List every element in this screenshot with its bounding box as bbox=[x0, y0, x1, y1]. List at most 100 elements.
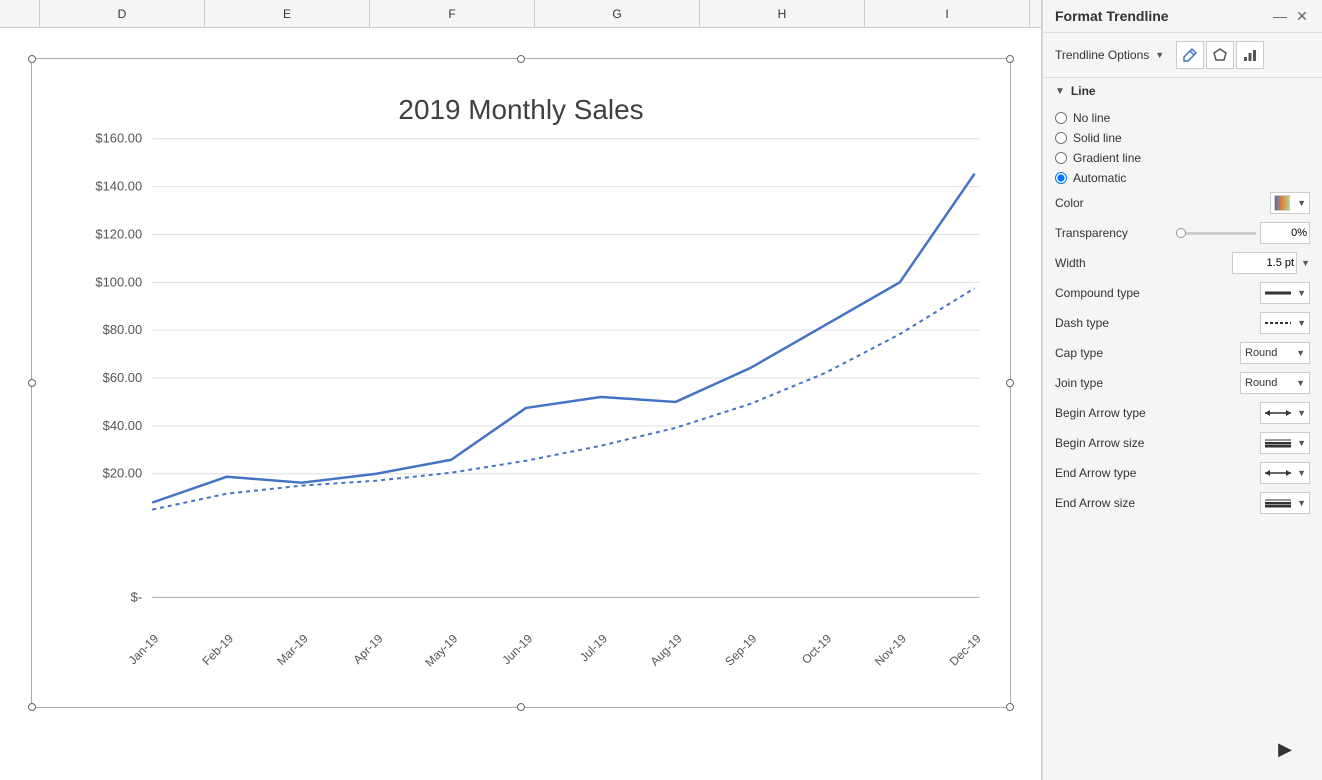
no-line-row: No line bbox=[1055, 108, 1310, 128]
solid-line-label: Solid line bbox=[1073, 131, 1122, 145]
handle-ml[interactable] bbox=[28, 379, 36, 387]
transparency-thumb[interactable] bbox=[1176, 228, 1186, 238]
compound-type-icon bbox=[1264, 286, 1292, 300]
svg-text:Jun-19: Jun-19 bbox=[499, 631, 535, 667]
compound-type-dropdown[interactable]: ▼ bbox=[1260, 282, 1310, 304]
col-header-E: E bbox=[205, 0, 370, 27]
svg-text:Feb-19: Feb-19 bbox=[199, 631, 236, 668]
svg-text:$160.00: $160.00 bbox=[95, 131, 142, 146]
chart-container: 2019 Monthly Sales $160.00 $140.00 $120.… bbox=[0, 28, 1041, 780]
join-type-label: Join type bbox=[1055, 376, 1240, 390]
automatic-label: Automatic bbox=[1073, 171, 1126, 185]
panel-header: Format Trendline ― ✕ bbox=[1043, 0, 1322, 33]
col-header-G: G bbox=[535, 0, 700, 27]
color-preview bbox=[1274, 195, 1290, 211]
svg-text:Jul-19: Jul-19 bbox=[576, 631, 609, 664]
color-dropdown[interactable]: ▼ bbox=[1270, 192, 1310, 214]
column-headers: D E F G H I bbox=[0, 0, 1041, 28]
join-type-chevron: ▼ bbox=[1296, 378, 1305, 388]
dash-type-row: Dash type ▼ bbox=[1055, 308, 1310, 338]
cursor-icon: ▶ bbox=[1278, 739, 1292, 760]
transparency-input[interactable] bbox=[1260, 222, 1310, 244]
svg-text:$100.00: $100.00 bbox=[95, 274, 142, 289]
trendline-options-chevron: ▼ bbox=[1155, 50, 1164, 60]
end-arrow-type-dropdown[interactable]: ▼ bbox=[1260, 462, 1310, 484]
width-input[interactable] bbox=[1232, 252, 1297, 274]
begin-arrow-icon bbox=[1264, 406, 1292, 420]
join-type-row: Join type Round ▼ bbox=[1055, 368, 1310, 398]
begin-arrow-chevron: ▼ bbox=[1297, 408, 1306, 418]
end-arrow-size-icon bbox=[1264, 496, 1292, 510]
handle-tl[interactable] bbox=[28, 55, 36, 63]
color-row: Color ▼ bbox=[1055, 188, 1310, 218]
svg-text:2019 Monthly Sales: 2019 Monthly Sales bbox=[398, 94, 643, 125]
end-arrow-type-row: End Arrow type ▼ bbox=[1055, 458, 1310, 488]
dash-type-dropdown[interactable]: ▼ bbox=[1260, 312, 1310, 334]
panel-header-icons: ― ✕ bbox=[1272, 8, 1310, 24]
col-header-F: F bbox=[370, 0, 535, 27]
end-arrow-size-dropdown[interactable]: ▼ bbox=[1260, 492, 1310, 514]
begin-arrow-size-label: Begin Arrow size bbox=[1055, 436, 1260, 450]
begin-arrow-size-dropdown[interactable]: ▼ bbox=[1260, 432, 1310, 454]
handle-tr[interactable] bbox=[1006, 55, 1014, 63]
end-arrow-type-icon bbox=[1264, 466, 1292, 480]
tab-shape[interactable] bbox=[1206, 41, 1234, 69]
svg-text:Mar-19: Mar-19 bbox=[274, 631, 311, 668]
panel-scroll[interactable]: ▼ Line No line Solid line Gradient line … bbox=[1043, 78, 1322, 740]
gradient-line-label: Gradient line bbox=[1073, 151, 1141, 165]
chart-wrapper[interactable]: 2019 Monthly Sales $160.00 $140.00 $120.… bbox=[31, 58, 1011, 708]
trendline-options-button[interactable]: Trendline Options ▼ bbox=[1055, 48, 1164, 62]
transparency-row: Transparency bbox=[1055, 218, 1310, 248]
handle-br[interactable] bbox=[1006, 703, 1014, 711]
cap-type-dropdown[interactable]: Round ▼ bbox=[1240, 342, 1310, 364]
cap-type-value: Round bbox=[1245, 347, 1277, 359]
svg-text:$140.00: $140.00 bbox=[95, 179, 142, 194]
svg-text:Sep-19: Sep-19 bbox=[722, 631, 759, 668]
trendline-options-label: Trendline Options bbox=[1055, 48, 1149, 62]
tab-paint[interactable] bbox=[1176, 41, 1204, 69]
join-type-dropdown[interactable]: Round ▼ bbox=[1240, 372, 1310, 394]
gradient-line-radio[interactable] bbox=[1055, 152, 1067, 164]
minimize-icon[interactable]: ― bbox=[1272, 8, 1288, 24]
spreadsheet-area: D E F G H I 2019 Monthly Sales bbox=[0, 0, 1042, 780]
dash-type-icon bbox=[1264, 316, 1292, 330]
bar-chart-icon bbox=[1242, 47, 1258, 63]
automatic-radio[interactable] bbox=[1055, 172, 1067, 184]
close-icon[interactable]: ✕ bbox=[1294, 8, 1310, 24]
compound-chevron: ▼ bbox=[1297, 288, 1306, 298]
color-control: ▼ bbox=[1270, 192, 1310, 214]
no-line-radio[interactable] bbox=[1055, 112, 1067, 124]
line-section-label: Line bbox=[1071, 84, 1096, 98]
svg-text:Jan-19: Jan-19 bbox=[125, 631, 161, 667]
solid-line-radio[interactable] bbox=[1055, 132, 1067, 144]
handle-bc[interactable] bbox=[517, 703, 525, 711]
svg-text:Apr-19: Apr-19 bbox=[350, 631, 386, 667]
svg-text:$40.00: $40.00 bbox=[102, 418, 142, 433]
line-section-header[interactable]: ▼ Line bbox=[1043, 78, 1322, 104]
chart-svg: 2019 Monthly Sales $160.00 $140.00 $120.… bbox=[42, 69, 1000, 697]
end-arrow-size-row: End Arrow size ▼ bbox=[1055, 488, 1310, 518]
svg-text:$80.00: $80.00 bbox=[102, 322, 142, 337]
handle-bl[interactable] bbox=[28, 703, 36, 711]
svg-text:Aug-19: Aug-19 bbox=[647, 631, 684, 668]
begin-arrow-type-dropdown[interactable]: ▼ bbox=[1260, 402, 1310, 424]
pentagon-icon bbox=[1212, 47, 1228, 63]
svg-text:Oct-19: Oct-19 bbox=[798, 631, 834, 667]
col-header-H: H bbox=[700, 0, 865, 27]
compound-type-row: Compound type ▼ bbox=[1055, 278, 1310, 308]
line-section-body: No line Solid line Gradient line Automat… bbox=[1043, 104, 1322, 522]
compound-type-label: Compound type bbox=[1055, 286, 1260, 300]
handle-mr[interactable] bbox=[1006, 379, 1014, 387]
width-label: Width bbox=[1055, 256, 1232, 270]
tab-bar[interactable] bbox=[1236, 41, 1264, 69]
handle-tc[interactable] bbox=[517, 55, 525, 63]
begin-arrow-type-row: Begin Arrow type ▼ bbox=[1055, 398, 1310, 428]
width-row: Width ▼ bbox=[1055, 248, 1310, 278]
color-chevron: ▼ bbox=[1297, 198, 1306, 208]
svg-text:$120.00: $120.00 bbox=[95, 226, 142, 241]
transparency-control bbox=[1176, 222, 1310, 244]
color-label: Color bbox=[1055, 196, 1270, 210]
dash-type-label: Dash type bbox=[1055, 316, 1260, 330]
svg-text:$60.00: $60.00 bbox=[102, 370, 142, 385]
transparency-slider[interactable] bbox=[1176, 232, 1256, 235]
